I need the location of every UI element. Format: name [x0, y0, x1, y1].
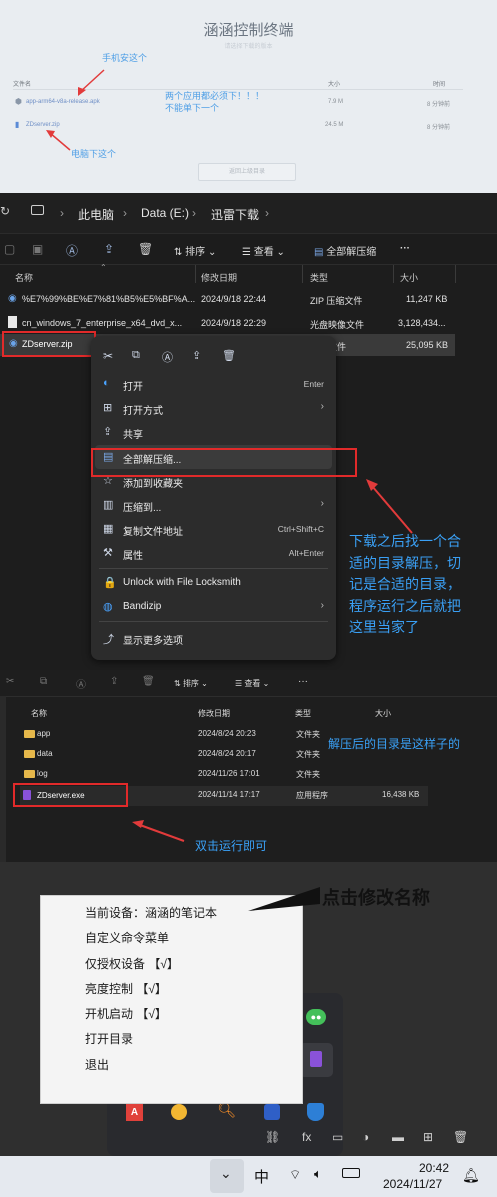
formula-icon[interactable]: fx: [302, 1130, 311, 1144]
clock-date[interactable]: 2024/11/27: [383, 1177, 442, 1191]
annotation-rename: 点击修改名称: [322, 888, 430, 908]
annotation-arrows: [132, 820, 185, 842]
chevron-down-icon[interactable]: ⌄: [220, 1165, 232, 1182]
battery-icon[interactable]: [342, 1168, 360, 1178]
window-toolbar-icons: ⛓ fx ▭ ◑ ▬ ⊞ 🗑: [265, 1129, 490, 1151]
annotation-run: 双击运行即可: [195, 839, 268, 853]
delete-icon[interactable]: 🗑: [453, 1130, 468, 1144]
back-button[interactable]: 返回上级目录: [198, 163, 296, 181]
image-icon[interactable]: ▭: [332, 1130, 343, 1144]
volume-icon[interactable]: 🔈︎: [314, 1166, 322, 1182]
download-page-panel: 涵涵控制终端 请选择下载的版本 文件名 大小 时间 ⬢ app-arm64-v8…: [0, 0, 497, 193]
wifi-icon[interactable]: ⌔: [289, 1167, 301, 1183]
fill-icon[interactable]: ◑: [362, 1130, 369, 1144]
extracted-folder-panel: ✂ ⧉ Ⓐ ⇪ 🗑 ⇅ 排序 ⌄ ☰ 查看 ⌄ ··· 名称 修改日期 类型 大…: [0, 670, 497, 862]
ime-indicator[interactable]: 中: [254, 1166, 269, 1187]
explorer-panel: ↻ › 此电脑 › Data (E:) › 迅雷下载 › ▢ ▣ Ⓐ ⇪ 🗑 ⇅…: [0, 193, 497, 670]
link-icon[interactable]: ⛓: [265, 1130, 280, 1144]
taskbar: ⌄ 中 ⌔ 🔈︎ 20:42 2024/11/27 🔔︎: [0, 1156, 497, 1197]
folder-icon[interactable]: ▬: [392, 1130, 404, 1144]
clock-time[interactable]: 20:42: [419, 1161, 449, 1175]
add-icon[interactable]: ⊞: [423, 1130, 433, 1144]
notification-bell-icon[interactable]: 🔔︎: [462, 1167, 480, 1184]
tray-menu-panel: ●● A 🔍︎ 当前设备：涵涵的笔记本 自定义命令菜单 仅授权设备 【√】 亮度…: [0, 862, 497, 1197]
annotation-extract: 下载之后找一个合 适的目录解压，切 记是合适的目录， 程序运行之后就把 这里当家…: [349, 533, 461, 635]
